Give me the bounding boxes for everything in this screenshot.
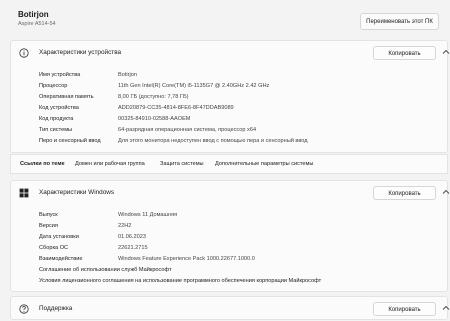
spec-label: Код устройства bbox=[39, 105, 79, 111]
copy-windows-specs-button[interactable]: Копировать bbox=[373, 186, 436, 200]
spec-value: 22621.2715 bbox=[118, 245, 148, 251]
related-links-title: Ссылки по теме bbox=[20, 161, 65, 167]
spec-label: Выпуск bbox=[39, 212, 58, 218]
spec-label: Тип системы bbox=[39, 127, 73, 133]
link-microsoft-license-terms[interactable]: Условия лицензионного соглашения на испо… bbox=[39, 278, 321, 284]
device-specs-header[interactable]: Характеристики устройства Копировать bbox=[11, 41, 450, 65]
windows-logo-icon bbox=[19, 188, 29, 198]
link-system-protection[interactable]: Защита системы bbox=[160, 161, 204, 167]
device-specs-title: Характеристики устройства bbox=[39, 49, 122, 56]
spec-value: ADD20879-CC35-4814-8FE6-8F47DDAB9089 bbox=[118, 105, 234, 111]
spec-label: Перо и сенсорный ввод bbox=[39, 138, 101, 144]
spec-value: 22H2 bbox=[118, 223, 132, 229]
spec-value: Windows Feature Experience Pack 1000.226… bbox=[118, 256, 255, 262]
spec-label: Версия bbox=[39, 223, 58, 229]
chevron-up-icon[interactable] bbox=[442, 303, 450, 313]
copy-device-specs-button[interactable]: Копировать bbox=[373, 46, 436, 60]
support-title: Поддержка bbox=[39, 305, 73, 312]
info-icon bbox=[19, 48, 29, 58]
spec-value: 00325-84910-02588-AAOEM bbox=[118, 116, 191, 122]
link-domain-workgroup[interactable]: Домен или рабочая группа bbox=[75, 161, 145, 167]
spec-value: 64-разрядная операционная система, проце… bbox=[118, 127, 257, 133]
device-specs-card: Характеристики устройства Копировать Имя… bbox=[10, 40, 450, 153]
link-microsoft-services-agreement[interactable]: Соглашение об использовании служб Майкро… bbox=[39, 267, 172, 273]
windows-specs-title: Характеристики Windows bbox=[39, 189, 115, 196]
spec-label: Взаимодействие bbox=[39, 256, 83, 262]
page-header: Botirjon Aspire A514-54 Переименовать эт… bbox=[0, 0, 450, 40]
spec-value: 8,00 ГБ (доступно: 7,78 ГБ) bbox=[118, 94, 189, 100]
spec-label: Дата установки bbox=[39, 234, 79, 240]
copy-support-button[interactable]: Копировать bbox=[373, 302, 436, 316]
spec-value: 11th Gen Intel(R) Core(TM) i5-1135G7 @ 2… bbox=[118, 83, 270, 89]
spec-label: Сборка ОС bbox=[39, 245, 69, 251]
spec-value: 01.06.2023 bbox=[118, 234, 146, 240]
spec-value: Botirjon bbox=[118, 72, 137, 78]
spec-value: Для этого монитора недоступен ввод с пом… bbox=[118, 138, 308, 144]
spec-label: Код продукта bbox=[39, 116, 74, 122]
support-card: Поддержка Копировать bbox=[10, 296, 450, 321]
device-model: Aspire A514-54 bbox=[18, 21, 56, 27]
device-name: Botirjon bbox=[18, 10, 49, 19]
related-links-bar: Ссылки по теме Домен или рабочая группа … bbox=[10, 154, 448, 174]
spec-label: Имя устройства bbox=[39, 72, 81, 78]
support-header[interactable]: Поддержка Копировать bbox=[11, 297, 450, 321]
windows-specs-card: Характеристики Windows Копировать Выпуск… bbox=[10, 180, 450, 292]
chevron-up-icon[interactable] bbox=[442, 187, 450, 197]
rename-pc-button[interactable]: Переименовать этот ПК bbox=[360, 13, 439, 30]
link-advanced-system-settings[interactable]: Дополнительные параметры системы bbox=[215, 161, 313, 167]
chevron-up-icon[interactable] bbox=[442, 47, 450, 57]
windows-specs-header[interactable]: Характеристики Windows Копировать bbox=[11, 181, 450, 205]
spec-label: Процессор bbox=[39, 83, 68, 89]
spec-value: Windows 11 Домашняя bbox=[118, 212, 178, 218]
spec-label: Оперативная память bbox=[39, 94, 94, 100]
